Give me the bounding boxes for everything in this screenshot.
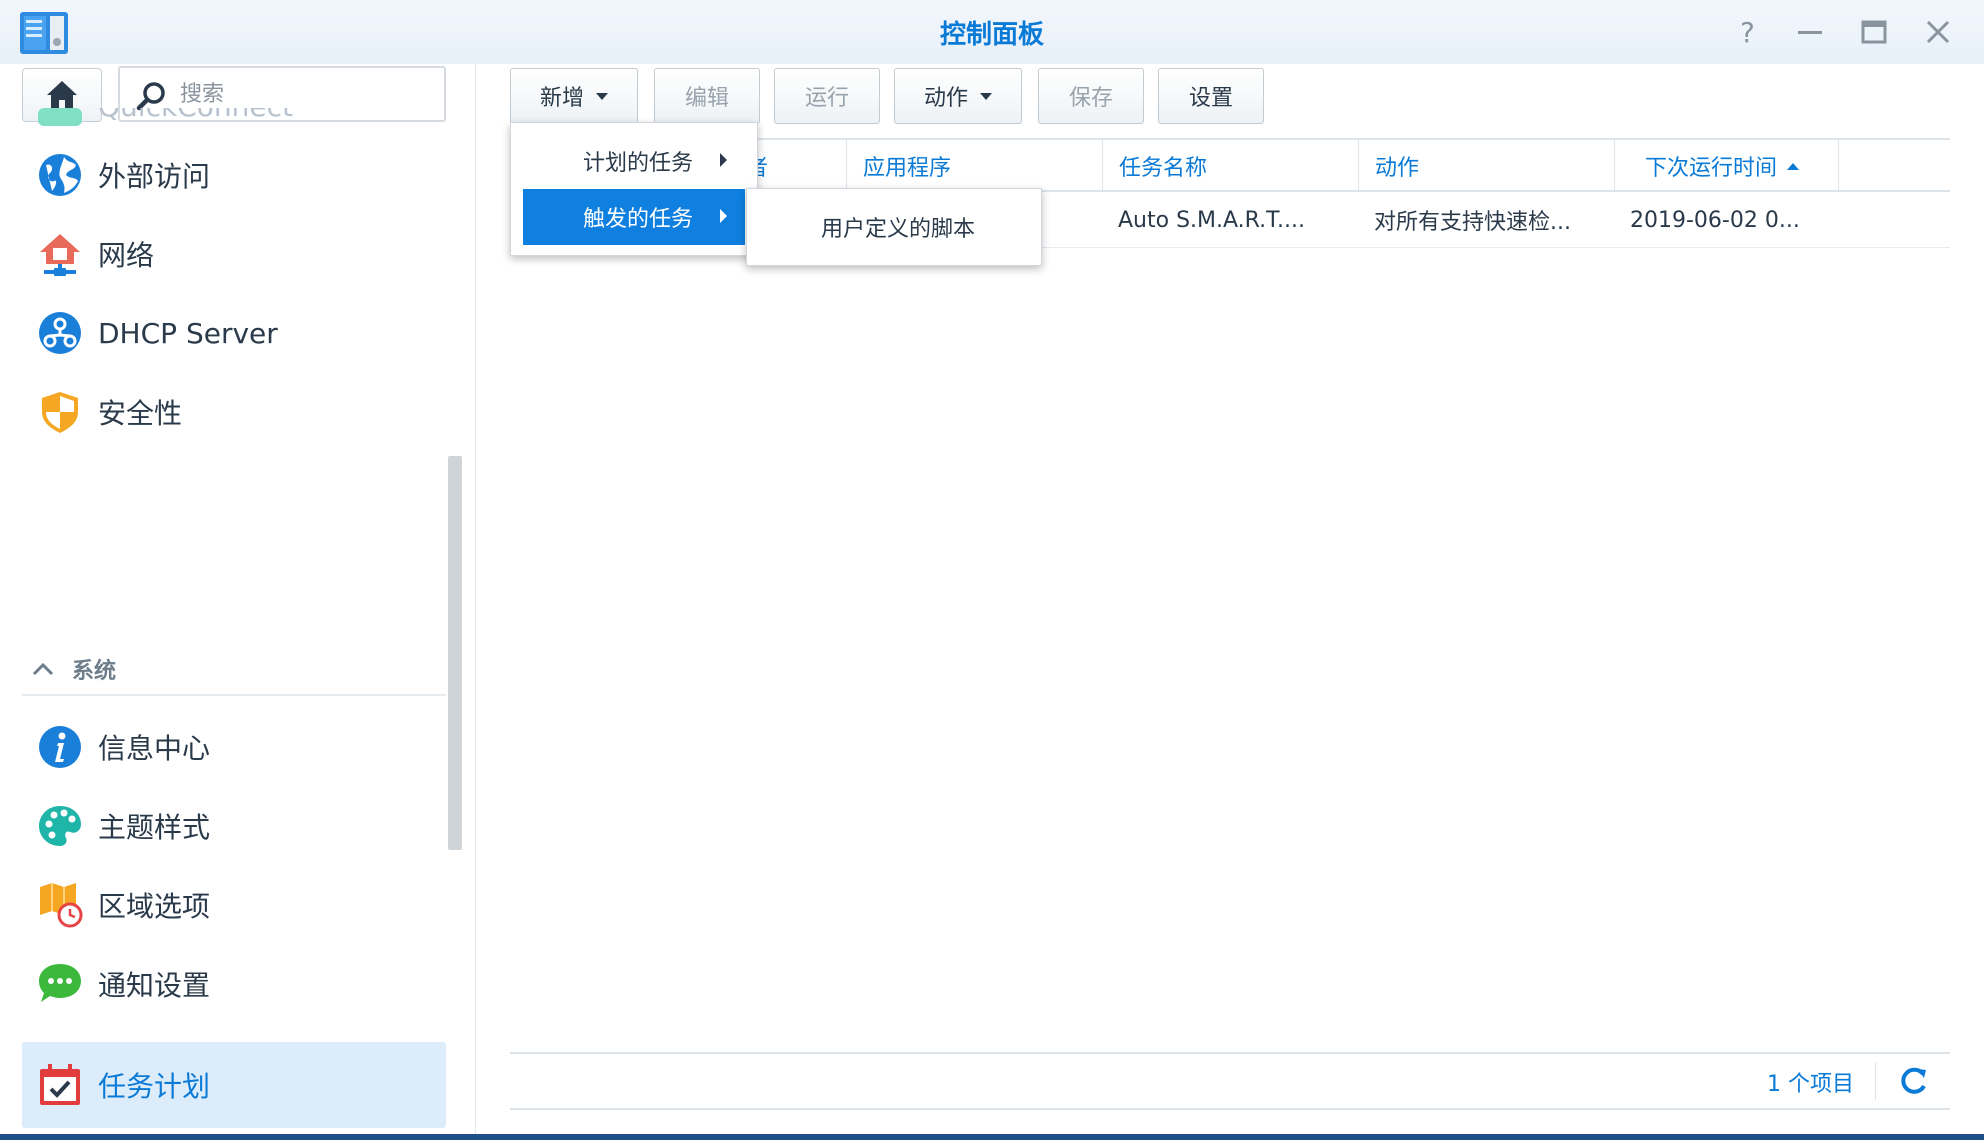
help-button[interactable]: ? [1730,14,1766,50]
add-button-label: 新增 [539,86,584,111]
quickconnect-icon [38,108,82,126]
run-button[interactable]: 运行 [774,68,880,124]
triggered-task-submenu: 用户定义的脚本 [746,188,1042,266]
item-count: 1 个项目 [1767,1072,1854,1097]
sidebar-item-label: 区域选项 [98,890,211,923]
sidebar-item-label: QuickConnect [98,108,293,123]
column-header-application[interactable]: 应用程序 [846,140,1102,192]
settings-button-label: 设置 [1188,86,1233,111]
title-bar: 控制面板 ? [0,0,1984,64]
window-title: 控制面板 [939,20,1044,50]
column-header-label: 下次运行时间 [1645,156,1778,181]
sidebar-item-info-center[interactable]: 信息中心 [22,704,446,790]
sidebar-scrollbar[interactable] [448,456,462,850]
map-clock-icon [40,883,83,928]
column-header-task-name[interactable]: 任务名称 [1102,140,1358,192]
sidebar-item-label: 通知设置 [98,969,211,1002]
action-button[interactable]: 动作 [894,68,1022,124]
edit-button[interactable]: 编辑 [654,68,760,124]
edit-button-label: 编辑 [684,86,729,111]
caret-down-icon [980,92,992,100]
network-house-icon [40,234,80,276]
sidebar-item-external-access[interactable]: 外部访问 [22,132,446,218]
chevron-right-icon [720,153,727,167]
menu-item-scheduled-task[interactable]: 计划的任务 [523,133,745,189]
sidebar-item-label: 外部访问 [98,160,211,193]
column-header-extra [1838,140,1950,192]
refresh-icon[interactable] [1896,1064,1930,1098]
home-icon [47,81,77,109]
action-button-label: 动作 [923,86,968,111]
globe-icon [39,154,81,196]
chat-bubble-icon [39,964,81,1002]
menu-item-label: 用户定义的脚本 [821,217,976,242]
menu-item-user-defined-script[interactable]: 用户定义的脚本 [747,199,1041,255]
add-button[interactable]: 新增 [510,68,638,124]
minimize-button[interactable] [1792,14,1828,50]
close-button[interactable] [1920,14,1956,50]
sidebar-item-label: 主题样式 [98,811,211,844]
table-cell-next-run-time: 2019-06-02 0... [1630,207,1800,233]
sidebar-item-label: 安全性 [98,397,183,430]
run-button-label: 运行 [804,86,849,111]
caret-down-icon [596,92,608,100]
sidebar-item-label: 任务计划 [98,1070,211,1103]
sidebar-item-label: 网络 [98,239,155,272]
info-icon [39,726,81,768]
column-header-action[interactable]: 动作 [1358,140,1614,192]
section-header-system[interactable]: 系统 [22,644,446,696]
sidebar-item-regional-options[interactable]: 区域选项 [22,862,446,948]
table-footer: 1 个项目 [510,1052,1950,1110]
sidebar-item-dhcp-server[interactable]: DHCP Server [22,290,446,376]
palette-icon [39,806,81,846]
svg-text:?: ? [1740,16,1755,49]
settings-button[interactable]: 设置 [1158,68,1264,124]
save-button[interactable]: 保存 [1038,68,1144,124]
section-label: 系统 [72,659,117,684]
sidebar-item-theme-style[interactable]: 主题样式 [22,783,446,869]
maximize-button[interactable] [1856,14,1892,50]
sidebar-item-label: 信息中心 [98,732,211,765]
sidebar-item-security[interactable]: 安全性 [22,369,446,455]
shield-icon [42,392,78,433]
chevron-up-icon [32,662,54,676]
table-cell-task-name: Auto S.M.A.R.T.... [1118,207,1305,233]
sidebar-item-label: DHCP Server [98,316,278,350]
calendar-check-icon [40,1064,80,1105]
sidebar-item-notification-settings[interactable]: 通知设置 [22,941,446,1027]
search-input[interactable] [180,78,430,110]
menu-item-triggered-task[interactable]: 触发的任务 [523,189,745,245]
table-cell-action: 对所有支持快速检... [1374,210,1571,235]
save-button-label: 保存 [1068,86,1113,111]
add-dropdown-menu: 计划的任务 触发的任务 [510,122,758,256]
menu-item-label: 触发的任务 [583,207,694,232]
sidebar-item-network[interactable]: 网络 [22,211,446,297]
dhcp-icon [39,312,81,354]
sidebar: QuickConnect 外部访问 网络 DHCP Server [0,64,476,1134]
chevron-right-icon [720,209,727,223]
taskbar-edge [0,1134,1984,1140]
sidebar-item-task-scheduler[interactable]: 任务计划 [22,1042,446,1128]
footer-divider [1875,1062,1876,1100]
sort-ascending-icon [1787,162,1800,170]
column-header-next-run-time[interactable]: 下次运行时间 [1614,140,1838,192]
menu-item-label: 计划的任务 [583,151,694,176]
